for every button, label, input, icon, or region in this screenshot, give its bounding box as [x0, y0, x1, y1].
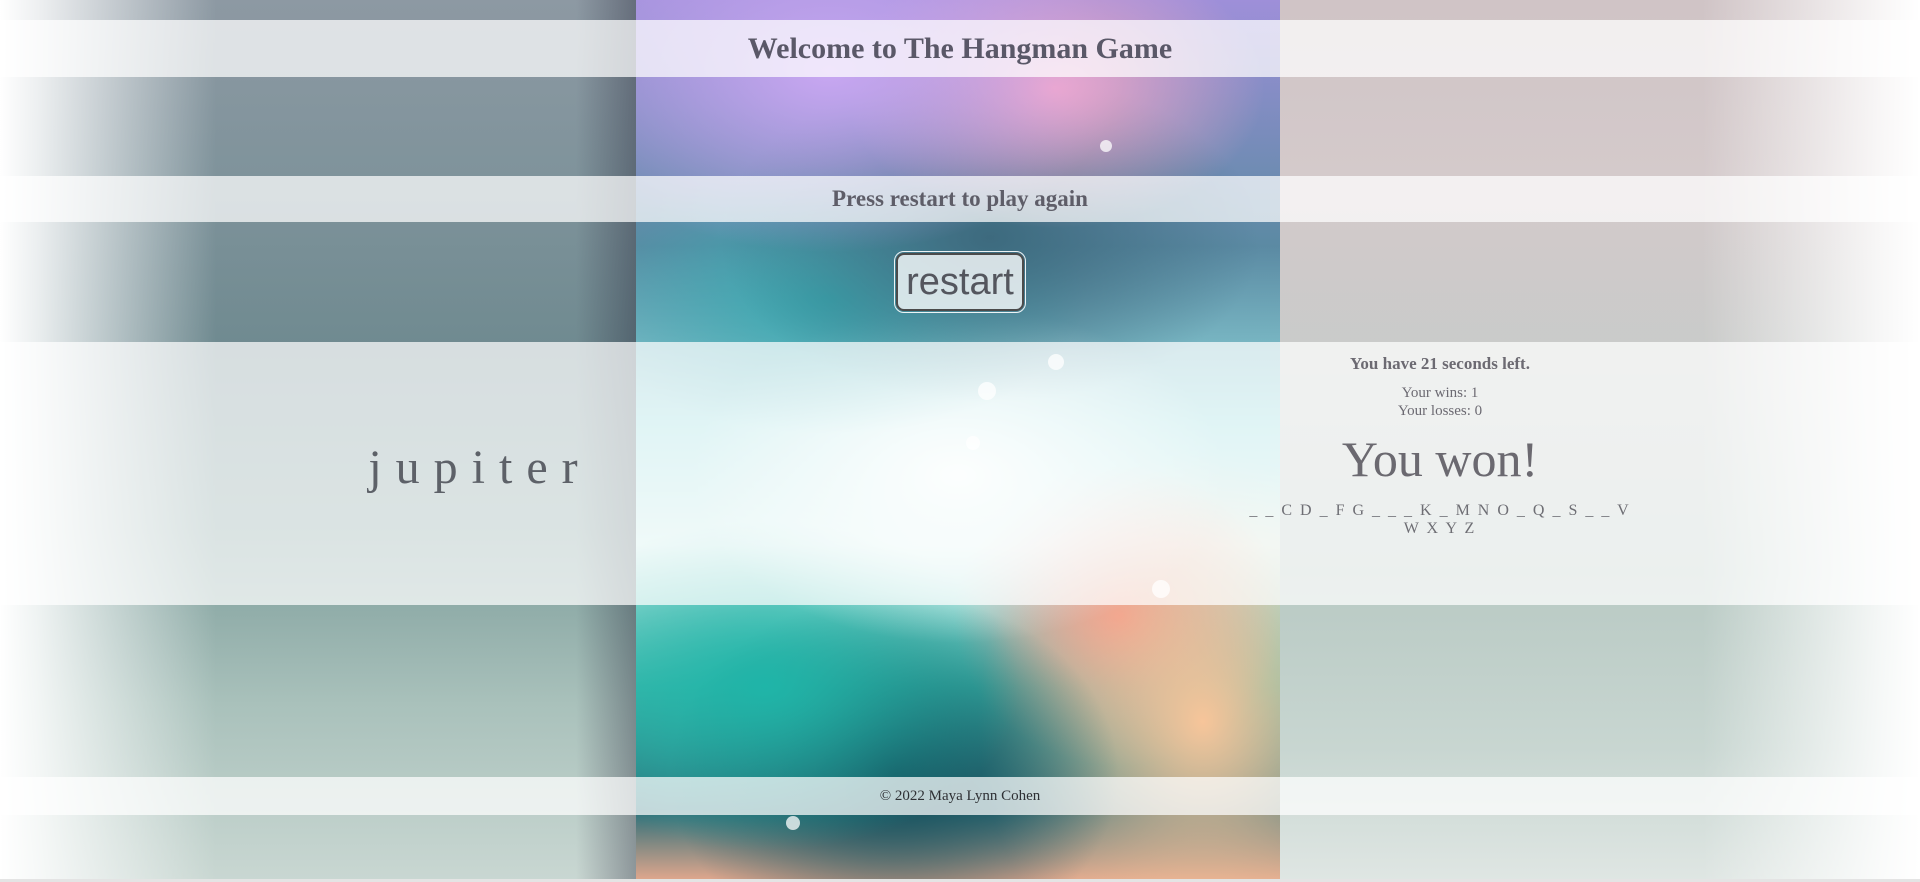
sparkle-decoration: [786, 816, 800, 830]
page-title: Welcome to The Hangman Game: [747, 32, 1173, 65]
wins-counter: Your wins: 1: [1401, 385, 1479, 401]
result-message: You won!: [1341, 431, 1539, 487]
game-status-panel: You have 21 seconds left. Your wins: 1 Y…: [1240, 350, 1640, 538]
sparkle-decoration: [1100, 140, 1112, 152]
timer-text: You have 21 seconds left.: [1350, 354, 1530, 373]
restart-prompt: Press restart to play again: [832, 186, 1088, 211]
losses-counter: Your losses: 0: [1397, 403, 1483, 419]
hangman-word: jupiter: [368, 441, 592, 494]
remaining-letters: _ _ C D _ F G _ _ _ K _ M N O _ Q _ S _ …: [1249, 502, 1631, 537]
footer-copyright: © 2022 Maya Lynn Cohen: [879, 788, 1041, 804]
restart-button[interactable]: restart: [894, 251, 1026, 313]
